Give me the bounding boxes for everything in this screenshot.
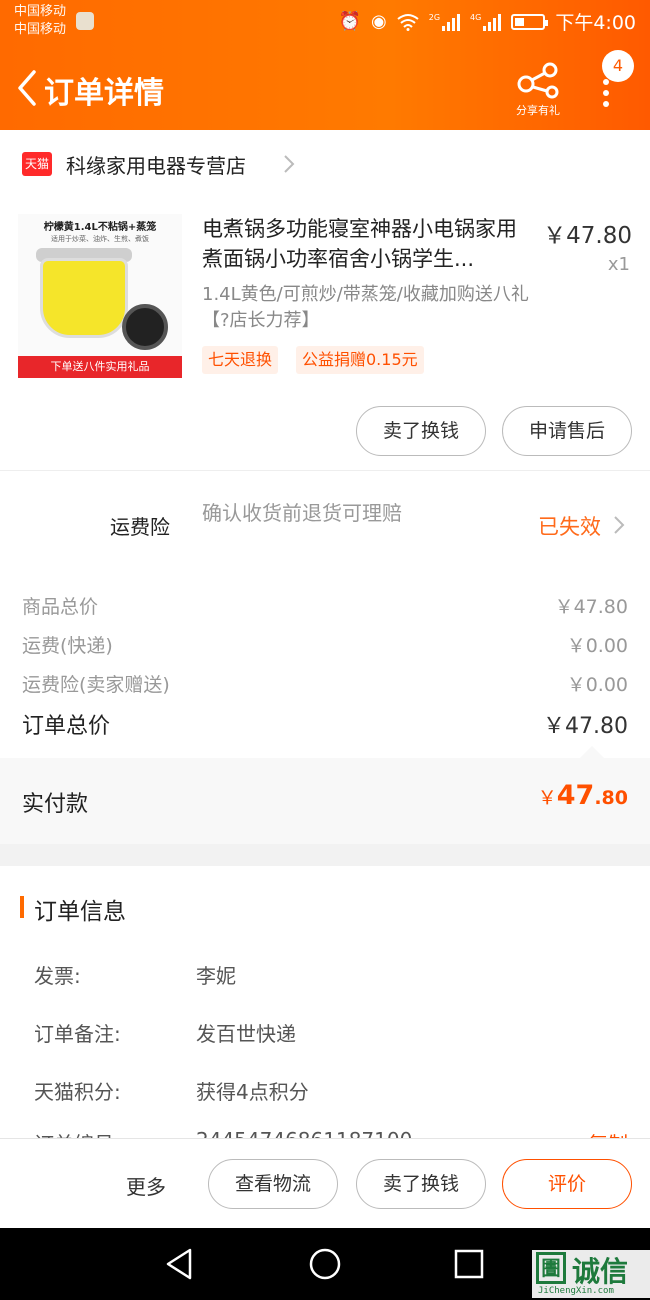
watermark-logo: 圕 bbox=[536, 1252, 566, 1284]
copy-order-number-button[interactable]: 复制 bbox=[588, 1128, 628, 1138]
product-quantity: x1 bbox=[607, 254, 630, 275]
shop-name: 科缘家用电器专营店 bbox=[66, 154, 246, 178]
product-card: 天猫 科缘家用电器专营店 柠檬黄1.4L不粘锅+蒸笼 适用于炒菜、油炸、生煎、煮… bbox=[0, 130, 650, 470]
points-label: 天猫积分: bbox=[34, 1080, 121, 1104]
eye-comfort-icon: ◉ bbox=[371, 11, 387, 32]
bottom-action-bar: 更多 查看物流 卖了换钱 评价 bbox=[0, 1138, 650, 1228]
image-banner: 下单送八件实用礼品 bbox=[18, 356, 182, 378]
product-price: ￥47.80 bbox=[543, 223, 632, 249]
price-breakdown: 商品总价 ￥47.80 运费(快递) ￥0.00 运费险(卖家赠送) ￥0.00… bbox=[0, 570, 650, 758]
watermark-url: JiChengXin.com bbox=[538, 1286, 614, 1296]
network-type-b: 4G bbox=[470, 12, 482, 22]
carrier-2: 中国移动 bbox=[14, 22, 67, 37]
signal-icon-1: 2G bbox=[428, 12, 461, 31]
image-caption-top: 柠檬黄1.4L不粘锅+蒸笼 bbox=[43, 222, 157, 233]
goods-total-value: ￥47.80 bbox=[554, 596, 628, 618]
product-image[interactable]: 柠檬黄1.4L不粘锅+蒸笼 适用于炒菜、油炸、生煎、煮饭 下单送八件实用礼品 bbox=[18, 214, 182, 378]
carrier-info: 中国移动 中国移动 bbox=[14, 3, 66, 39]
invoice-value: 李妮 bbox=[196, 964, 236, 988]
insurance-fee-label: 运费险(卖家赠送) bbox=[22, 674, 170, 696]
insurance-fee-value: ￥0.00 bbox=[566, 674, 628, 696]
order-info-section: 订单信息 发票: 李妮 订单备注: 发百世快递 天猫积分: 获得4点积分 订单编… bbox=[0, 866, 650, 1138]
notch-pointer bbox=[580, 746, 604, 758]
pot-graphic bbox=[40, 258, 128, 338]
section-accent-bar bbox=[20, 896, 24, 918]
status-icons: ⏰ ◉ 2G 4G 下午4:00 bbox=[339, 8, 636, 35]
network-type-a: 2G bbox=[428, 12, 441, 22]
paid-value: ￥47.80 bbox=[538, 780, 628, 811]
system-back-icon[interactable] bbox=[160, 1246, 200, 1282]
insurance-label: 运费险 bbox=[110, 515, 170, 539]
alarm-icon: ⏰ bbox=[338, 11, 362, 32]
clock: 下午4:00 bbox=[555, 12, 636, 34]
paid-amount-row: 实付款 ￥47.80 bbox=[0, 758, 650, 844]
sell-for-cash-button[interactable]: 卖了换钱 bbox=[356, 406, 486, 456]
nav-bar: 订单详情 分享有礼 bbox=[0, 50, 650, 126]
order-info-title: 订单信息 bbox=[34, 899, 126, 925]
wifi-icon bbox=[397, 13, 419, 31]
share-button[interactable]: 分享有礼 bbox=[508, 60, 568, 118]
watermark: 圕 诚信 JiChengXin.com bbox=[532, 1250, 650, 1298]
share-icon bbox=[517, 62, 559, 99]
tag-charity: 公益捐赠0.15元 bbox=[296, 346, 424, 374]
paid-decimal: .80 bbox=[594, 787, 628, 809]
paid-currency: ￥ bbox=[537, 787, 557, 809]
insurance-description: 确认收货前退货可理赔 bbox=[202, 501, 402, 525]
tmall-icon: 天猫 bbox=[22, 152, 52, 176]
order-total-value: ￥47.80 bbox=[543, 714, 628, 739]
battery-icon bbox=[511, 13, 549, 30]
remark-label: 订单备注: bbox=[34, 1022, 121, 1046]
invoice-label: 发票: bbox=[34, 964, 81, 988]
header: 中国移动 中国移动 ⏰ ◉ 2G 4G 下午4:00 订单详情 分享有礼 4 bbox=[0, 0, 650, 130]
product-title[interactable]: 电煮锅多功能寝室神器小电锅家用煮面锅小功率宿舍小锅学生... bbox=[202, 214, 536, 274]
after-sale-button[interactable]: 申请售后 bbox=[502, 406, 632, 456]
remark-value: 发百世快递 bbox=[196, 1022, 296, 1046]
chevron-right-icon bbox=[284, 155, 295, 173]
share-label: 分享有礼 bbox=[516, 104, 560, 117]
image-caption-sub: 适用于炒菜、油炸、生煎、煮饭 bbox=[51, 235, 149, 243]
order-number-value: 24454746861187100 bbox=[196, 1128, 412, 1138]
shipping-fee-value: ￥0.00 bbox=[566, 635, 628, 657]
paid-integer: 47 bbox=[556, 780, 595, 811]
app-notification-icon bbox=[76, 12, 94, 30]
goods-total-label: 商品总价 bbox=[22, 596, 99, 618]
carrier-1: 中国移动 bbox=[14, 4, 67, 19]
watermark-text: 诚信 bbox=[572, 1255, 629, 1288]
shipping-fee-label: 运费(快递) bbox=[22, 635, 113, 657]
view-logistics-button[interactable]: 查看物流 bbox=[208, 1159, 338, 1209]
system-nav-bar: 圕 诚信 JiChengXin.com bbox=[0, 1228, 650, 1300]
shop-row[interactable]: 天猫 科缘家用电器专营店 bbox=[0, 130, 650, 198]
shipping-insurance-row[interactable]: 运费险 确认收货前退货可理赔 已失效 bbox=[0, 470, 650, 570]
status-bar: 中国移动 中国移动 ⏰ ◉ 2G 4G 下午4:00 bbox=[0, 0, 650, 44]
review-button[interactable]: 评价 bbox=[502, 1159, 632, 1209]
tag-seven-day-return: 七天退换 bbox=[202, 346, 279, 374]
page-title: 订单详情 bbox=[44, 76, 164, 111]
system-recents-icon[interactable] bbox=[448, 1246, 488, 1282]
chevron-right-icon bbox=[614, 516, 625, 534]
more-button[interactable]: 更多 bbox=[126, 1171, 166, 1200]
back-arrow-icon[interactable] bbox=[12, 68, 42, 108]
sell-for-cash-bottom-button[interactable]: 卖了换钱 bbox=[356, 1159, 486, 1209]
signal-icon-2: 4G bbox=[470, 12, 502, 31]
product-sku: 1.4L黄色/可煎炒/带蒸笼/收藏加购送八礼【?店长力荐】 bbox=[202, 284, 529, 331]
message-count-badge: 4 bbox=[602, 50, 634, 82]
order-total-label: 订单总价 bbox=[22, 714, 111, 739]
paid-label: 实付款 bbox=[22, 792, 89, 817]
system-home-icon[interactable] bbox=[305, 1246, 345, 1282]
order-number-label: 订单编号: bbox=[34, 1128, 121, 1138]
points-value: 获得4点积分 bbox=[196, 1080, 309, 1104]
insurance-status: 已失效 bbox=[538, 515, 601, 539]
pan-graphic bbox=[122, 304, 168, 350]
